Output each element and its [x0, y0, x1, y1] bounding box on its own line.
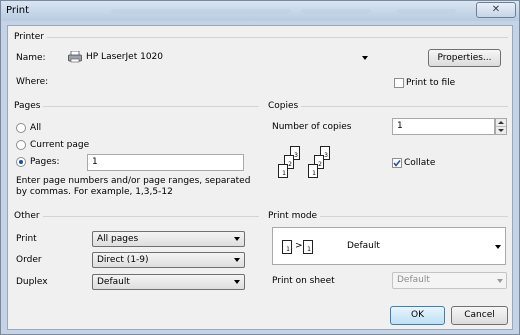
dialog-title: Print: [6, 5, 30, 16]
print-to-file-checkbox[interactable]: [394, 78, 404, 88]
chevron-down-icon: [234, 258, 240, 262]
close-button[interactable]: ✕: [476, 2, 516, 18]
collate-label: Collate: [404, 158, 436, 168]
other-group-title: Other: [14, 211, 43, 221]
close-icon: ✕: [491, 4, 501, 15]
all-pages-label: All: [30, 123, 42, 133]
title-bar: Print ✕: [1, 1, 519, 21]
chevron-down-icon: [234, 280, 240, 284]
cancel-button[interactable]: Cancel: [451, 306, 508, 325]
page-icon: 1: [303, 240, 313, 254]
ok-button[interactable]: OK: [390, 306, 445, 325]
print-mode-group-title: Print mode: [268, 211, 321, 221]
printer-group: Printer: [14, 32, 508, 42]
number-of-copies-label: Number of copies: [272, 122, 352, 132]
page-range-input[interactable]: 1: [87, 154, 244, 171]
pages-group-title: Pages: [14, 101, 44, 111]
chevron-down-icon: [234, 237, 240, 241]
chevron-down-icon: [495, 245, 501, 249]
other-group: Other: [14, 211, 259, 221]
current-page-radio[interactable]: [16, 140, 26, 150]
current-page-label: Current page: [30, 140, 90, 150]
print-select-value: All pages: [97, 234, 139, 244]
dialog-body: Printer Name: HP LaserJet 1020 Propertie…: [7, 25, 513, 330]
page-icon: 1: [282, 240, 292, 254]
page-range-label: Pages:: [30, 157, 60, 167]
checkmark-icon: [393, 160, 401, 167]
order-select[interactable]: Direct (1-9): [92, 252, 245, 268]
print-to-file-label: Print to file: [406, 78, 456, 88]
order-select-value: Direct (1-9): [97, 255, 149, 265]
print-select[interactable]: All pages: [92, 231, 245, 247]
radio-selected-dot: [19, 160, 23, 164]
chevron-down-icon: [497, 279, 503, 283]
duplex-select-value: Default: [97, 277, 130, 287]
pages-group: Pages: [14, 101, 259, 111]
duplex-select[interactable]: Default: [92, 274, 245, 290]
where-label: Where:: [16, 77, 49, 87]
print-mode-select[interactable]: 1 > 1 Default: [272, 227, 506, 265]
printer-name-select[interactable]: HP LaserJet 1020: [68, 49, 370, 66]
printer-icon: [68, 51, 82, 63]
background-window-title: [396, 9, 456, 14]
all-pages-radio[interactable]: [16, 123, 26, 133]
order-label: Order: [16, 255, 42, 265]
page-range-radio[interactable]: [16, 157, 26, 167]
copies-group-title: Copies: [268, 101, 302, 111]
print-on-sheet-select[interactable]: Default: [392, 272, 507, 289]
collate-illustration-icon: 3 2 1 3 2 1: [272, 140, 352, 190]
copies-spinner[interactable]: [495, 118, 507, 135]
printer-group-title: Printer: [14, 32, 47, 42]
print-mode-group: Print mode: [268, 211, 508, 221]
background-window-title: [301, 9, 371, 14]
print-dialog: Print ✕ Printer Name: HP LaserJet 1020 P…: [0, 0, 520, 335]
spin-up-icon[interactable]: [496, 119, 506, 127]
collate-checkbox[interactable]: [392, 158, 402, 168]
arrow-right-icon: >: [295, 241, 303, 251]
spin-down-icon[interactable]: [496, 127, 506, 134]
printer-name-value: HP LaserJet 1020: [86, 52, 163, 62]
page-icon: 1: [308, 164, 318, 178]
print-mode-value: Default: [347, 241, 380, 251]
copies-input[interactable]: 1: [392, 118, 495, 135]
page-range-help: Enter page numbers and/or page ranges, s…: [16, 176, 251, 197]
copies-group: Copies: [268, 101, 508, 111]
duplex-label: Duplex: [16, 277, 48, 287]
name-label: Name:: [16, 53, 46, 63]
page-icon: 1: [278, 164, 288, 178]
chevron-down-icon: [362, 56, 368, 60]
properties-button[interactable]: Properties...: [428, 49, 501, 67]
background-window-title: [111, 9, 291, 14]
print-label: Print: [16, 234, 37, 244]
print-on-sheet-label: Print on sheet: [272, 276, 335, 286]
print-on-sheet-value: Default: [397, 275, 430, 285]
